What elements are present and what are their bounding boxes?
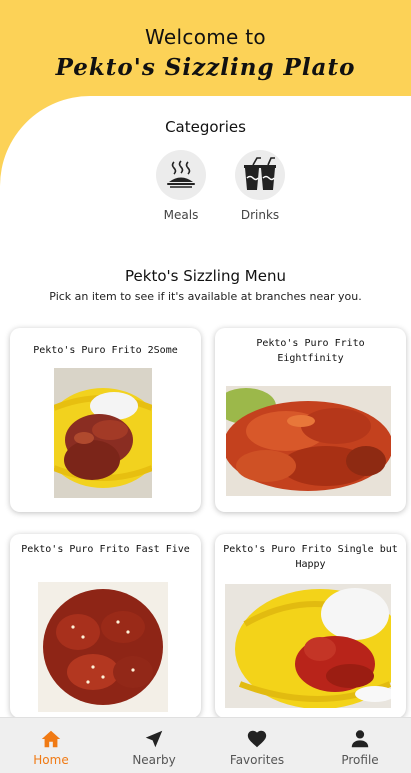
heart-icon xyxy=(247,730,267,748)
nav-profile[interactable]: Profile xyxy=(309,718,411,773)
nav-home[interactable]: Home xyxy=(0,718,102,773)
menu-card-single-but-happy[interactable]: Pekto's Puro Frito Single but Happy xyxy=(215,534,406,718)
nav-label: Profile xyxy=(341,753,379,767)
navigation-arrow-icon xyxy=(145,730,163,748)
bottom-nav: Home Nearby Favorites Profile xyxy=(0,717,411,773)
nav-label: Favorites xyxy=(229,753,285,767)
menu-item-image xyxy=(38,582,168,712)
menu-card-fast-five[interactable]: Pekto's Puro Frito Fast Five xyxy=(10,534,201,718)
menu-item-image xyxy=(225,584,391,708)
menu-item-name: Pekto's Puro Frito Fast Five xyxy=(21,544,190,555)
nav-label: Home xyxy=(33,753,69,767)
header: Welcome to Pekto's Sizzling Plato xyxy=(0,0,411,110)
nav-nearby[interactable]: Nearby xyxy=(103,718,205,773)
welcome-text: Welcome to xyxy=(145,25,266,49)
menu-item-name: Pekto's Puro Frito Eightfinity xyxy=(256,338,365,364)
menu-card-eightfinity[interactable]: Pekto's Puro Frito Eightfinity xyxy=(215,328,406,512)
brand-title: Pekto's Sizzling Plato xyxy=(55,54,356,81)
menu-item-image xyxy=(54,368,152,498)
category-label: Meals xyxy=(163,208,199,222)
categories-title: Categories xyxy=(165,118,246,136)
nav-favorites[interactable]: Favorites xyxy=(206,718,308,773)
home-icon xyxy=(41,730,61,748)
nav-label: Nearby xyxy=(132,753,176,767)
app-screen: Welcome to Pekto's Sizzling Plato Catego… xyxy=(0,0,411,773)
menu-item-name: Pekto's Puro Frito Single but Happy xyxy=(223,544,398,570)
menu-item-image xyxy=(226,386,391,496)
menu-title: Pekto's Sizzling Menu xyxy=(125,267,286,285)
hot-plate-icon xyxy=(156,150,206,200)
menu-card-2some[interactable]: Pekto's Puro Frito 2Some xyxy=(10,328,201,512)
menu-subtitle: Pick an item to see if it's available at… xyxy=(49,290,362,303)
menu-item-name: Pekto's Puro Frito 2Some xyxy=(33,345,178,356)
person-icon xyxy=(351,730,369,748)
drinks-icon xyxy=(235,150,285,200)
category-label: Drinks xyxy=(240,208,280,222)
category-drinks[interactable]: Drinks xyxy=(230,150,290,222)
category-meals[interactable]: Meals xyxy=(151,150,211,222)
